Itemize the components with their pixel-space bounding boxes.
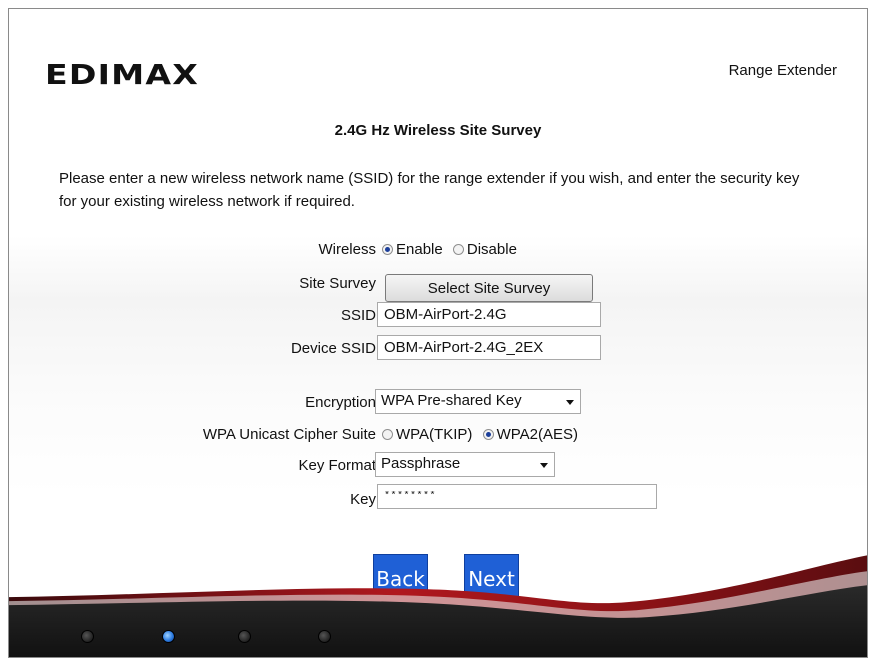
select-site-survey-button[interactable]: Select Site Survey <box>385 274 593 302</box>
key-format-select[interactable]: Passphrase <box>375 452 555 477</box>
svg-text:EDIMAX: EDIMAX <box>45 58 199 88</box>
edimax-logo: EDIMAX <box>45 58 199 88</box>
device-ssid-input[interactable] <box>377 335 601 360</box>
key-input[interactable] <box>377 484 657 509</box>
encryption-label: Encryption <box>305 394 376 411</box>
key-label: Key <box>350 491 376 508</box>
cipher-aes-label: WPA2(AES) <box>496 426 578 443</box>
site-survey-label: Site Survey <box>299 275 376 292</box>
back-button[interactable]: Back <box>373 554 428 604</box>
radio-unselected-icon[interactable] <box>382 429 393 440</box>
wireless-disable-label: Disable <box>466 241 517 258</box>
wireless-enable-label: Enable <box>396 241 443 258</box>
ssid-label: SSID <box>340 307 376 324</box>
step-indicator-4 <box>318 630 331 643</box>
key-format-value: Passphrase <box>381 455 461 472</box>
device-ssid-label: Device SSID <box>290 340 376 357</box>
chevron-down-icon <box>566 400 574 405</box>
ssid-input[interactable] <box>377 302 601 327</box>
step-indicator-3 <box>238 630 251 643</box>
wireless-enable-option[interactable]: Enable <box>382 241 443 258</box>
cipher-aes-option[interactable]: WPA2(AES) <box>482 426 578 443</box>
cipher-tkip-label: WPA(TKIP) <box>396 426 473 443</box>
encryption-select[interactable]: WPA Pre-shared Key <box>375 389 581 414</box>
product-name: Range Extender <box>728 62 837 79</box>
radio-selected-icon[interactable] <box>382 244 393 255</box>
radio-unselected-icon[interactable] <box>452 244 464 255</box>
page-description: Please enter a new wireless network name… <box>59 170 800 210</box>
cipher-radio-group: WPA(TKIP) WPA2(AES) <box>382 426 584 443</box>
step-indicator-2 <box>162 630 175 643</box>
wireless-label: Wireless <box>318 241 376 258</box>
cipher-tkip-option[interactable]: WPA(TKIP) <box>382 426 472 443</box>
encryption-value: WPA Pre-shared Key <box>381 392 522 409</box>
key-format-label: Key Format <box>298 457 376 474</box>
radio-selected-icon[interactable] <box>482 429 494 440</box>
next-button[interactable]: Next <box>464 554 519 604</box>
cipher-suite-label: WPA Unicast Cipher Suite <box>202 426 376 443</box>
setup-window: EDIMAX Range Extender 2.4G Hz Wireless S… <box>8 8 868 658</box>
footer-swoosh <box>9 555 867 657</box>
wireless-radio-group: Enable Disable <box>382 241 523 258</box>
step-indicator-1 <box>81 630 94 643</box>
chevron-down-icon <box>540 463 548 468</box>
page-title: 2.4G Hz Wireless Site Survey <box>334 122 542 139</box>
wireless-disable-option[interactable]: Disable <box>452 241 517 258</box>
